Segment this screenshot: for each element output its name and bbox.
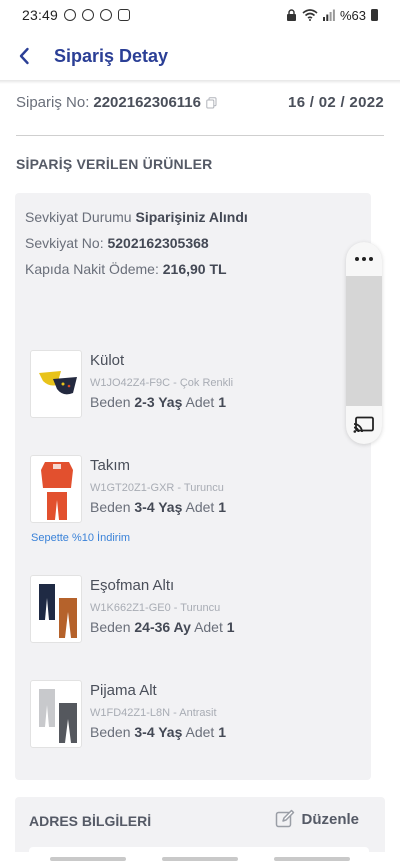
product-name: Takım xyxy=(90,457,131,474)
product-name: Külot xyxy=(90,352,125,369)
size-value: 3-4 Yaş xyxy=(134,724,183,740)
shipping-number-value: 5202162305368 xyxy=(107,235,209,251)
more-options-button[interactable] xyxy=(346,242,382,276)
size-value: 2-3 Yaş xyxy=(134,394,183,410)
product-image[interactable] xyxy=(30,575,82,643)
status-time: 23:49 xyxy=(22,7,59,23)
size-label: Beden xyxy=(90,499,131,515)
app-header: Sipariş Detay xyxy=(0,32,400,80)
product-size-qty: Beden 24-36 Ay Adet 1 xyxy=(90,619,235,635)
gesture-segment[interactable] xyxy=(162,857,238,861)
whatsapp-icon xyxy=(100,9,113,21)
status-left: 23:49 xyxy=(22,7,131,23)
product-name: Eşofman Altı xyxy=(90,577,175,594)
product-sku: W1JO42Z4-F9C - Çok Renkli xyxy=(90,377,234,389)
payment-value: 216,90 TL xyxy=(162,261,227,277)
size-label: Beden xyxy=(90,619,131,635)
product-item[interactable]: Pijama Alt W1FD42Z1-L8N - Antrasit Beden… xyxy=(30,680,360,750)
order-number-value: 2202162306116 xyxy=(93,94,201,111)
order-info-row: Sipariş No: 2202162306116 16 / 02 / 2022 xyxy=(16,94,384,111)
product-sku: W1K662Z1-GE0 - Turuncu xyxy=(90,602,221,614)
chevron-left-icon xyxy=(19,47,29,65)
more-icon-dot xyxy=(369,257,373,261)
address-section-title: ADRES BİLGİLERİ xyxy=(29,813,152,829)
lock-icon xyxy=(286,9,296,21)
product-item[interactable]: Takım W1GT20Z1-GXR - Turuncu Beden 3-4 Y… xyxy=(30,455,360,525)
product-image[interactable] xyxy=(30,350,82,418)
shipping-number-line: Sevkiyat No: 5202162305368 xyxy=(25,235,209,251)
qty-label: Adet xyxy=(185,724,215,740)
product-sku: W1GT20Z1-GXR - Turuncu xyxy=(90,482,224,494)
page-title: Sipariş Detay xyxy=(54,45,169,66)
order-number-label: Sipariş No: xyxy=(16,94,90,111)
copy-icon[interactable] xyxy=(206,96,217,109)
size-label: Beden xyxy=(90,394,131,410)
product-item[interactable]: Eşofman Altı W1K662Z1-GE0 - Turuncu Bede… xyxy=(30,575,360,645)
gesture-segment[interactable] xyxy=(50,857,126,861)
floating-side-handle[interactable] xyxy=(346,242,382,444)
order-date: 16 / 02 / 2022 xyxy=(288,94,384,111)
signal-icon xyxy=(322,9,335,21)
product-sku: W1FD42Z1-L8N - Antrasit xyxy=(90,707,217,719)
product-size-qty: Beden 3-4 Yaş Adet 1 xyxy=(90,499,226,515)
product-size-qty: Beden 3-4 Yaş Adet 1 xyxy=(90,724,226,740)
back-button[interactable] xyxy=(4,36,44,76)
qty-value: 1 xyxy=(218,394,227,410)
payment-line: Kapıda Nakit Ödeme: 216,90 TL xyxy=(25,261,227,277)
edit-label: Düzenle xyxy=(301,810,359,828)
status-right: %63 xyxy=(286,8,378,23)
order-number-group: Sipariş No: 2202162306116 xyxy=(16,94,217,111)
battery-text: %63 xyxy=(339,7,366,23)
qty-value: 1 xyxy=(218,499,227,515)
product-image[interactable] xyxy=(30,680,82,748)
size-label: Beden xyxy=(90,724,131,740)
products-section-title: SİPARİŞ VERİLEN ÜRÜNLER xyxy=(16,156,213,172)
wifi-icon xyxy=(302,9,318,21)
shipping-status-line: Sevkiyat Durumu Siparişiniz Alındı xyxy=(25,209,248,225)
size-value: 24-36 Ay xyxy=(134,619,191,635)
status-bar: 23:49 %63 xyxy=(0,0,400,30)
cast-icon xyxy=(353,416,374,433)
whatsapp-icon xyxy=(82,9,95,21)
navigation-gesture-bar xyxy=(0,852,400,866)
product-size-qty: Beden 2-3 Yaş Adet 1 xyxy=(90,394,226,410)
shipping-status-value: Siparişiniz Alındı xyxy=(135,209,248,225)
header-shadow xyxy=(0,80,400,84)
cast-button[interactable] xyxy=(346,406,382,444)
edit-address-button[interactable]: Düzenle xyxy=(275,809,359,829)
qty-value: 1 xyxy=(218,724,227,740)
shipping-number-label: Sevkiyat No: xyxy=(25,235,104,251)
size-value: 3-4 Yaş xyxy=(134,499,183,515)
shipping-status-label: Sevkiyat Durumu xyxy=(25,209,132,225)
discount-note: Sepette %10 İndirim xyxy=(31,532,131,544)
battery-icon xyxy=(371,9,378,21)
gesture-segment[interactable] xyxy=(274,857,350,861)
product-image[interactable] xyxy=(30,455,82,523)
payment-label: Kapıda Nakit Ödeme: xyxy=(25,261,159,277)
divider xyxy=(16,135,384,136)
message-icon xyxy=(64,9,77,21)
more-icon xyxy=(355,257,359,261)
product-item[interactable]: Külot W1JO42Z4-F9C - Çok Renkli Beden 2-… xyxy=(30,350,360,420)
qty-label: Adet xyxy=(194,619,223,635)
qty-label: Adet xyxy=(185,499,215,515)
product-name: Pijama Alt xyxy=(90,682,157,699)
instagram-icon xyxy=(118,9,131,21)
edit-icon xyxy=(276,809,295,828)
qty-label: Adet xyxy=(185,394,215,410)
qty-value: 1 xyxy=(226,619,235,635)
more-icon-dot xyxy=(362,257,366,261)
products-card: Sevkiyat Durumu Siparişiniz Alındı Sevki… xyxy=(15,193,371,780)
